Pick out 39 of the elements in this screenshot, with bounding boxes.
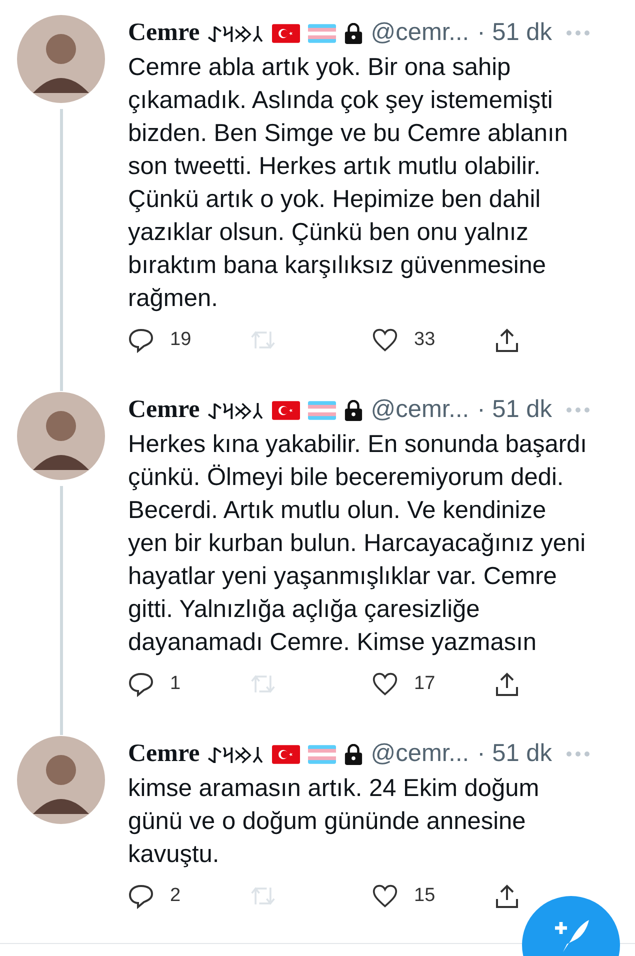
tweet-text: kimse aramasın artık. 24 Ekim doğum günü ve o doğum gününde annesine kavuştu. [128, 774, 540, 870]
reply-icon[interactable] [128, 883, 154, 909]
reply-icon[interactable] [128, 671, 154, 697]
like-count: 33 [414, 329, 436, 351]
striped-flag-icon [308, 24, 336, 42]
heart-icon[interactable] [372, 671, 398, 697]
author-handle: @cemr... [370, 19, 470, 47]
author-name-script: 𐰲𐰢𐰺𐰀 [208, 399, 264, 425]
author-name-script: 𐰲𐰢𐰺𐰀 [208, 743, 264, 769]
heart-icon[interactable] [372, 883, 398, 909]
reply-count: 2 [170, 885, 181, 907]
tweet-time[interactable]: · 51 dk [477, 740, 552, 768]
share-icon[interactable] [494, 671, 520, 697]
avatar[interactable] [17, 15, 105, 103]
reply-icon[interactable] [128, 327, 154, 353]
author-name[interactable]: Cemre [128, 396, 200, 424]
heart-icon[interactable] [372, 327, 398, 353]
like-count: 15 [414, 885, 436, 907]
flag-icon [272, 744, 300, 764]
tweet-time[interactable]: · 51 dk [477, 396, 552, 424]
avatar[interactable] [17, 392, 105, 480]
like-count: 17 [414, 673, 436, 695]
author-handle: @cemr... [370, 740, 470, 768]
author-name-script: 𐰲𐰢𐰺𐰀 [208, 22, 264, 48]
tweet-time[interactable]: · 51 dk [477, 19, 552, 47]
flag-icon [272, 24, 300, 42]
tweet-text: Cemre abla artık yok. Bir ona sahip çıkamadık. Aslında çok şey istememişti bizden. Ben Simge ve bu Cemre ablanın son tweetti. Herkes artık mutlu olabilir. Çünkü artık o yok. Hepimize ben dahil yazıklar olsun. Çünkü ben onu yalnız bıraktım bana karşılıksız güvenmesine rağmen. [128, 53, 569, 314]
author-name[interactable]: Cemre [128, 740, 200, 768]
author-handle: @cemr... [370, 396, 470, 424]
avatar[interactable] [17, 736, 105, 824]
share-icon[interactable] [494, 883, 520, 909]
share-icon[interactable] [494, 327, 520, 353]
reply-count: 1 [170, 673, 181, 695]
author-name[interactable]: Cemre [128, 19, 200, 47]
reply-count: 19 [170, 329, 192, 351]
flag-icon [272, 400, 300, 420]
tweet-text: Herkes kına yakabilir. En sonunda başardı çünkü. Ölmeyi bile beceremiyorum dedi. Becerdi. Artık mutlu olun. Ve kendinize yen bir kurban bulun. Harcayacağınız yeni hayatlar yeni yaşanmışlıklar var. Cemre gitti. Yalnızlığa açlığa çaresizliğe dayanamadı Cemre. Kimse yazmasın [128, 430, 588, 658]
striped-flag-icon [308, 744, 336, 764]
striped-flag-icon [308, 400, 336, 420]
